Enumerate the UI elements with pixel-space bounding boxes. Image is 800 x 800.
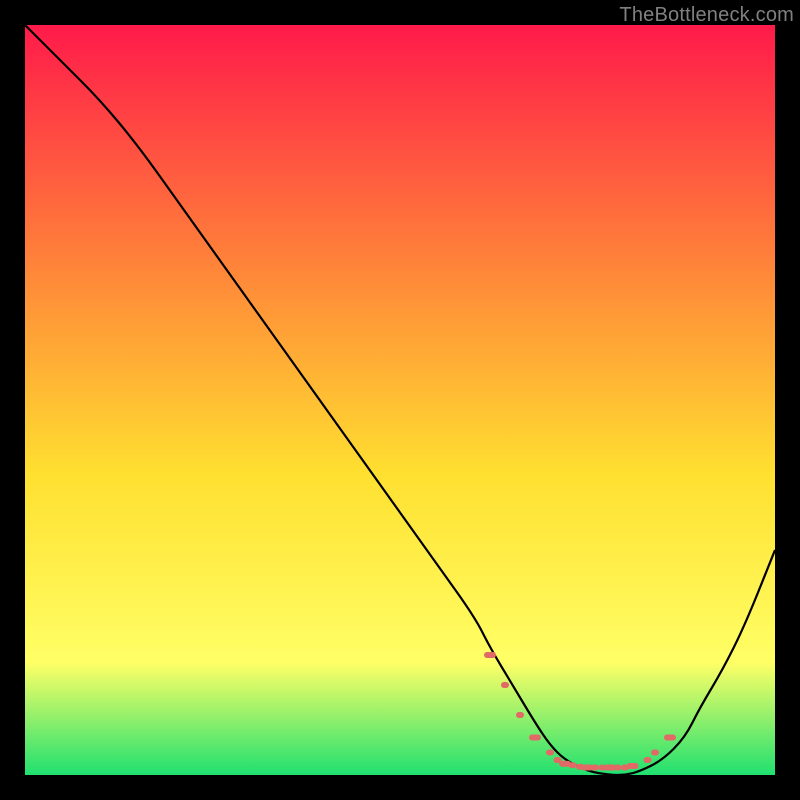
highlight-marker	[529, 735, 541, 741]
highlight-marker	[644, 757, 652, 763]
highlight-marker	[546, 750, 554, 756]
chart-container: TheBottleneck.com	[0, 0, 800, 800]
highlight-marker	[501, 682, 509, 688]
chart-svg	[25, 25, 775, 775]
highlight-marker	[569, 762, 577, 768]
plot-area	[25, 25, 775, 775]
highlight-marker	[664, 735, 676, 741]
highlight-marker	[484, 652, 496, 658]
gradient-background	[25, 25, 775, 775]
highlight-marker	[591, 765, 599, 771]
highlight-marker	[516, 712, 524, 718]
watermark-text: TheBottleneck.com	[619, 4, 794, 27]
highlight-marker	[651, 750, 659, 756]
highlight-marker	[614, 765, 622, 771]
highlight-marker	[627, 763, 639, 769]
